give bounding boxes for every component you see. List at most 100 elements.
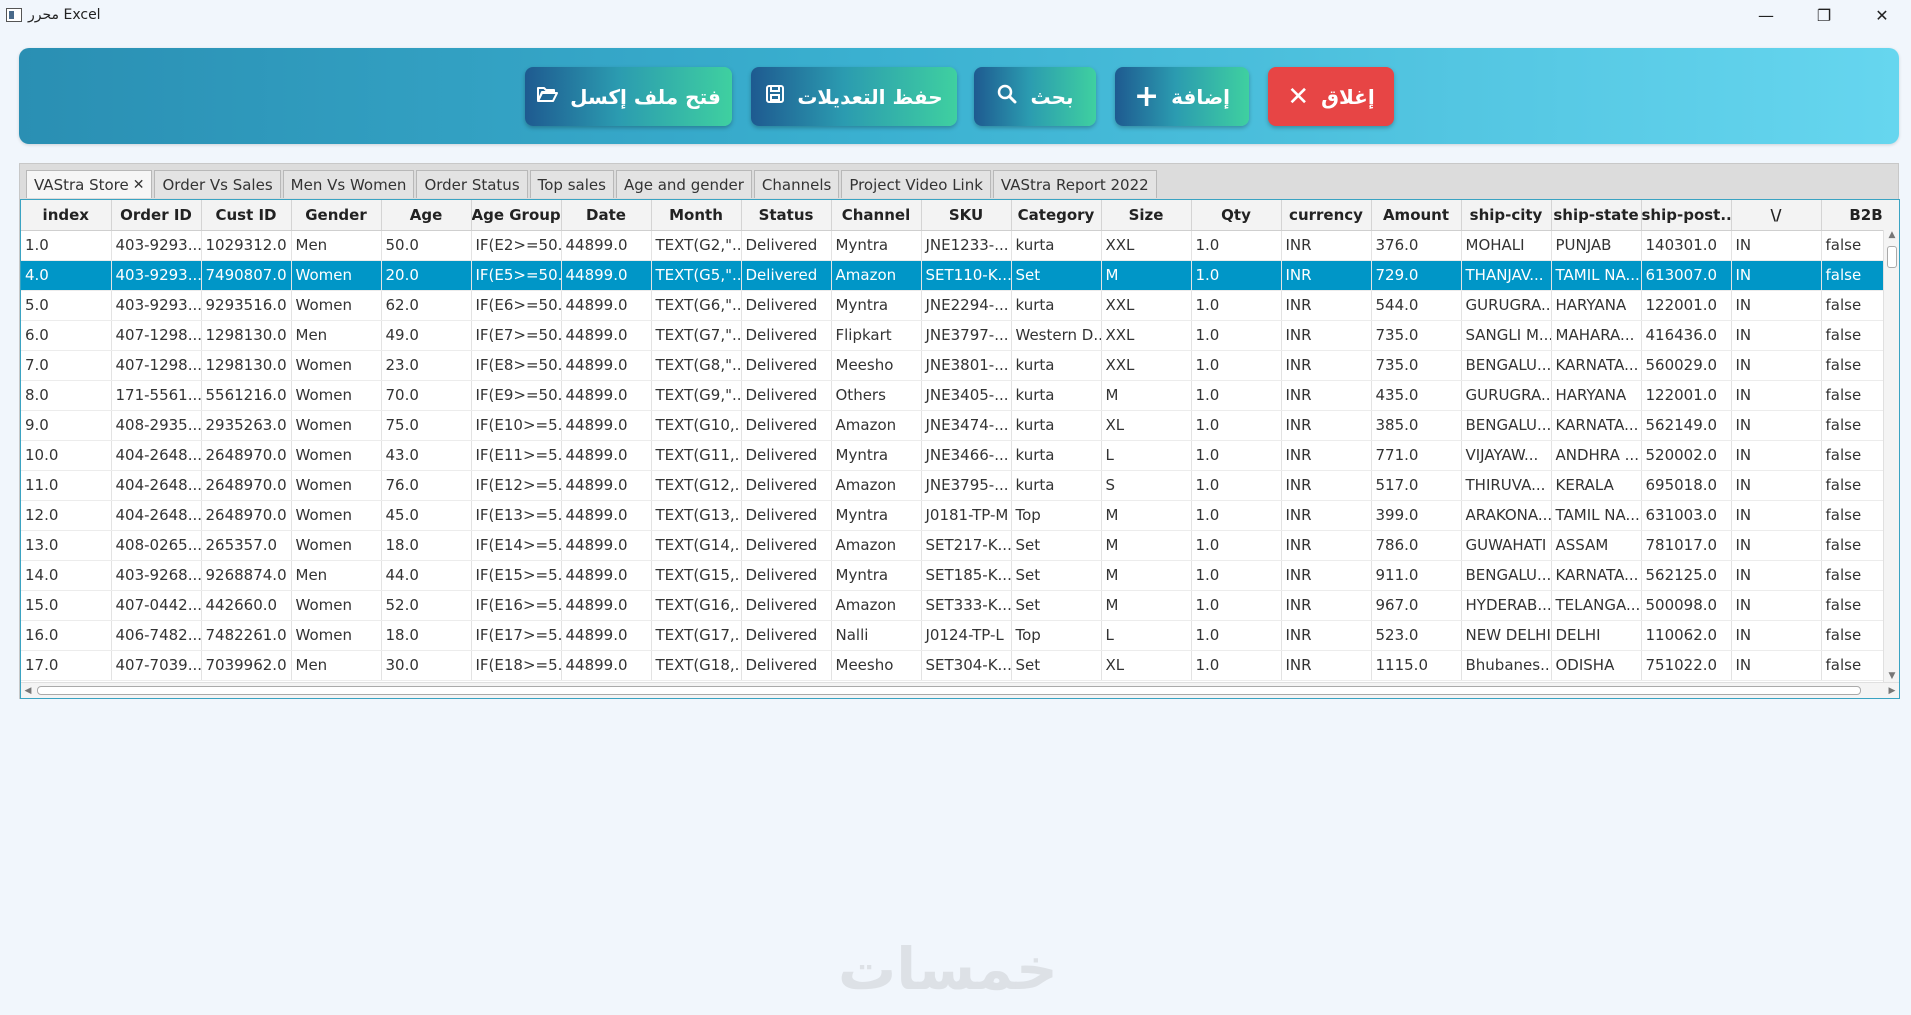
table-cell[interactable]: INR [1281,290,1372,321]
table-cell[interactable]: 562125.0 [1641,560,1732,591]
table-cell[interactable]: IN [1731,380,1822,411]
column-header[interactable]: currency [1281,200,1372,231]
table-cell[interactable]: 16.0 [21,620,112,651]
table-cell[interactable]: GURUGRA... [1461,380,1552,411]
tab-7[interactable]: Channels [753,170,840,198]
column-header[interactable]: Month [651,200,742,231]
table-cell[interactable]: Myntra [831,560,922,591]
column-header[interactable]: Date [561,200,652,231]
table-cell[interactable]: IF(E6>=50... [471,290,562,321]
table-cell[interactable]: S [1101,470,1192,501]
table-cell[interactable]: 44899.0 [561,410,652,441]
table-cell[interactable]: MOHALI [1461,230,1552,261]
table-cell[interactable]: 520002.0 [1641,440,1732,471]
table-row[interactable]: 5.0 403-9293... 9293516.0 Women 62.0 IF(E6>=5… [21,290,1899,321]
table-cell[interactable]: Delivered [741,440,832,471]
table-cell[interactable]: 1.0 [1191,560,1282,591]
table-cell[interactable]: Myntra [831,500,922,531]
open-excel-button[interactable]: فتح ملف إكسل [525,67,732,126]
table-cell[interactable]: TAMIL NA... [1551,500,1642,531]
table-cell[interactable]: 1.0 [1191,260,1282,291]
tab-4[interactable]: Order Status [416,170,528,198]
table-cell[interactable]: kurta [1011,290,1102,321]
table-cell[interactable]: BENGALU... [1461,560,1552,591]
table-cell[interactable]: Set [1011,590,1102,621]
table-cell[interactable]: Delivered [741,260,832,291]
table-cell[interactable]: Delivered [741,290,832,321]
column-header[interactable]: ship-post... [1641,200,1732,231]
table-cell[interactable]: IN [1731,590,1822,621]
table-cell[interactable]: J0181-TP-M [921,500,1012,531]
tab-5[interactable]: Top sales [529,170,614,198]
table-cell[interactable]: 122001.0 [1641,290,1732,321]
window-close-button[interactable]: ✕ [1853,0,1911,30]
table-cell[interactable]: 1.0 [1191,470,1282,501]
table-cell[interactable]: IF(E15>=5... [471,560,562,591]
table-cell[interactable]: M [1101,260,1192,291]
add-button[interactable]: إضافة + [1115,67,1249,126]
table-cell[interactable]: XXL [1101,320,1192,351]
table-cell[interactable]: 14.0 [21,560,112,591]
table-cell[interactable]: 7490807.0 [201,260,292,291]
table-cell[interactable]: M [1101,530,1192,561]
vertical-scrollbar[interactable]: ▲ ▼ [1883,230,1899,685]
table-cell[interactable]: Men [291,560,382,591]
table-cell[interactable]: JNE3474-... [921,410,1012,441]
table-cell[interactable]: BENGALU... [1461,410,1552,441]
table-cell[interactable]: VIJAYAW... [1461,440,1552,471]
table-cell[interactable]: DELHI [1551,620,1642,651]
table-cell[interactable]: IN [1731,500,1822,531]
table-cell[interactable]: 1.0 [1191,590,1282,621]
table-cell[interactable]: 781017.0 [1641,530,1732,561]
table-cell[interactable]: Meesho [831,650,922,681]
table-cell[interactable]: KERALA [1551,470,1642,501]
table-cell[interactable]: IF(E2>=50... [471,230,562,261]
column-header[interactable]: Channel [831,200,922,231]
table-cell[interactable]: 7482261.0 [201,620,292,651]
table-cell[interactable]: INR [1281,650,1372,681]
table-cell[interactable]: IF(E17>=5... [471,620,562,651]
table-cell[interactable]: TEXT(G16,... [651,590,742,621]
table-cell[interactable]: Women [291,590,382,621]
table-cell[interactable]: 2648970.0 [201,470,292,501]
column-header[interactable]: Amount [1371,200,1462,231]
table-cell[interactable]: Men [291,230,382,261]
vertical-scroll-thumb[interactable] [1887,246,1897,268]
tab-9[interactable]: VAStra Report 2022 [992,170,1157,198]
table-cell[interactable]: 403-9293... [111,260,202,291]
table-cell[interactable]: 735.0 [1371,320,1462,351]
table-cell[interactable]: 407-0442... [111,590,202,621]
table-cell[interactable]: 18.0 [381,620,472,651]
table-cell[interactable]: Delivered [741,320,832,351]
scroll-up-icon[interactable]: ▲ [1884,230,1899,244]
table-cell[interactable]: Top [1011,500,1102,531]
table-cell[interactable]: Myntra [831,290,922,321]
table-cell[interactable]: 23.0 [381,350,472,381]
table-cell[interactable]: Others [831,380,922,411]
table-cell[interactable]: 408-2935... [111,410,202,441]
table-cell[interactable]: Women [291,620,382,651]
table-cell[interactable]: 76.0 [381,470,472,501]
table-cell[interactable]: kurta [1011,440,1102,471]
table-cell[interactable]: 122001.0 [1641,380,1732,411]
table-cell[interactable]: 2648970.0 [201,500,292,531]
table-cell[interactable]: 399.0 [1371,500,1462,531]
table-cell[interactable]: IN [1731,320,1822,351]
table-cell[interactable]: Set [1011,530,1102,561]
table-cell[interactable]: 18.0 [381,530,472,561]
table-cell[interactable]: Set [1011,560,1102,591]
table-cell[interactable]: 771.0 [1371,440,1462,471]
table-cell[interactable]: TEXT(G10,... [651,410,742,441]
table-cell[interactable]: Delivered [741,410,832,441]
table-cell[interactable]: IF(E5>=50... [471,260,562,291]
table-cell[interactable]: INR [1281,470,1372,501]
table-cell[interactable]: TEXT(G11,... [651,440,742,471]
table-cell[interactable]: IF(E13>=5... [471,500,562,531]
table-cell[interactable]: TEXT(G18,... [651,650,742,681]
table-cell[interactable]: Women [291,500,382,531]
table-cell[interactable]: Delivered [741,380,832,411]
table-row[interactable]: 17.0 407-7039... 7039962.0 Men 30.0 IF(E18>=5… [21,650,1899,681]
table-cell[interactable]: Women [291,470,382,501]
table-cell[interactable]: IN [1731,620,1822,651]
table-cell[interactable]: HARYANA [1551,380,1642,411]
